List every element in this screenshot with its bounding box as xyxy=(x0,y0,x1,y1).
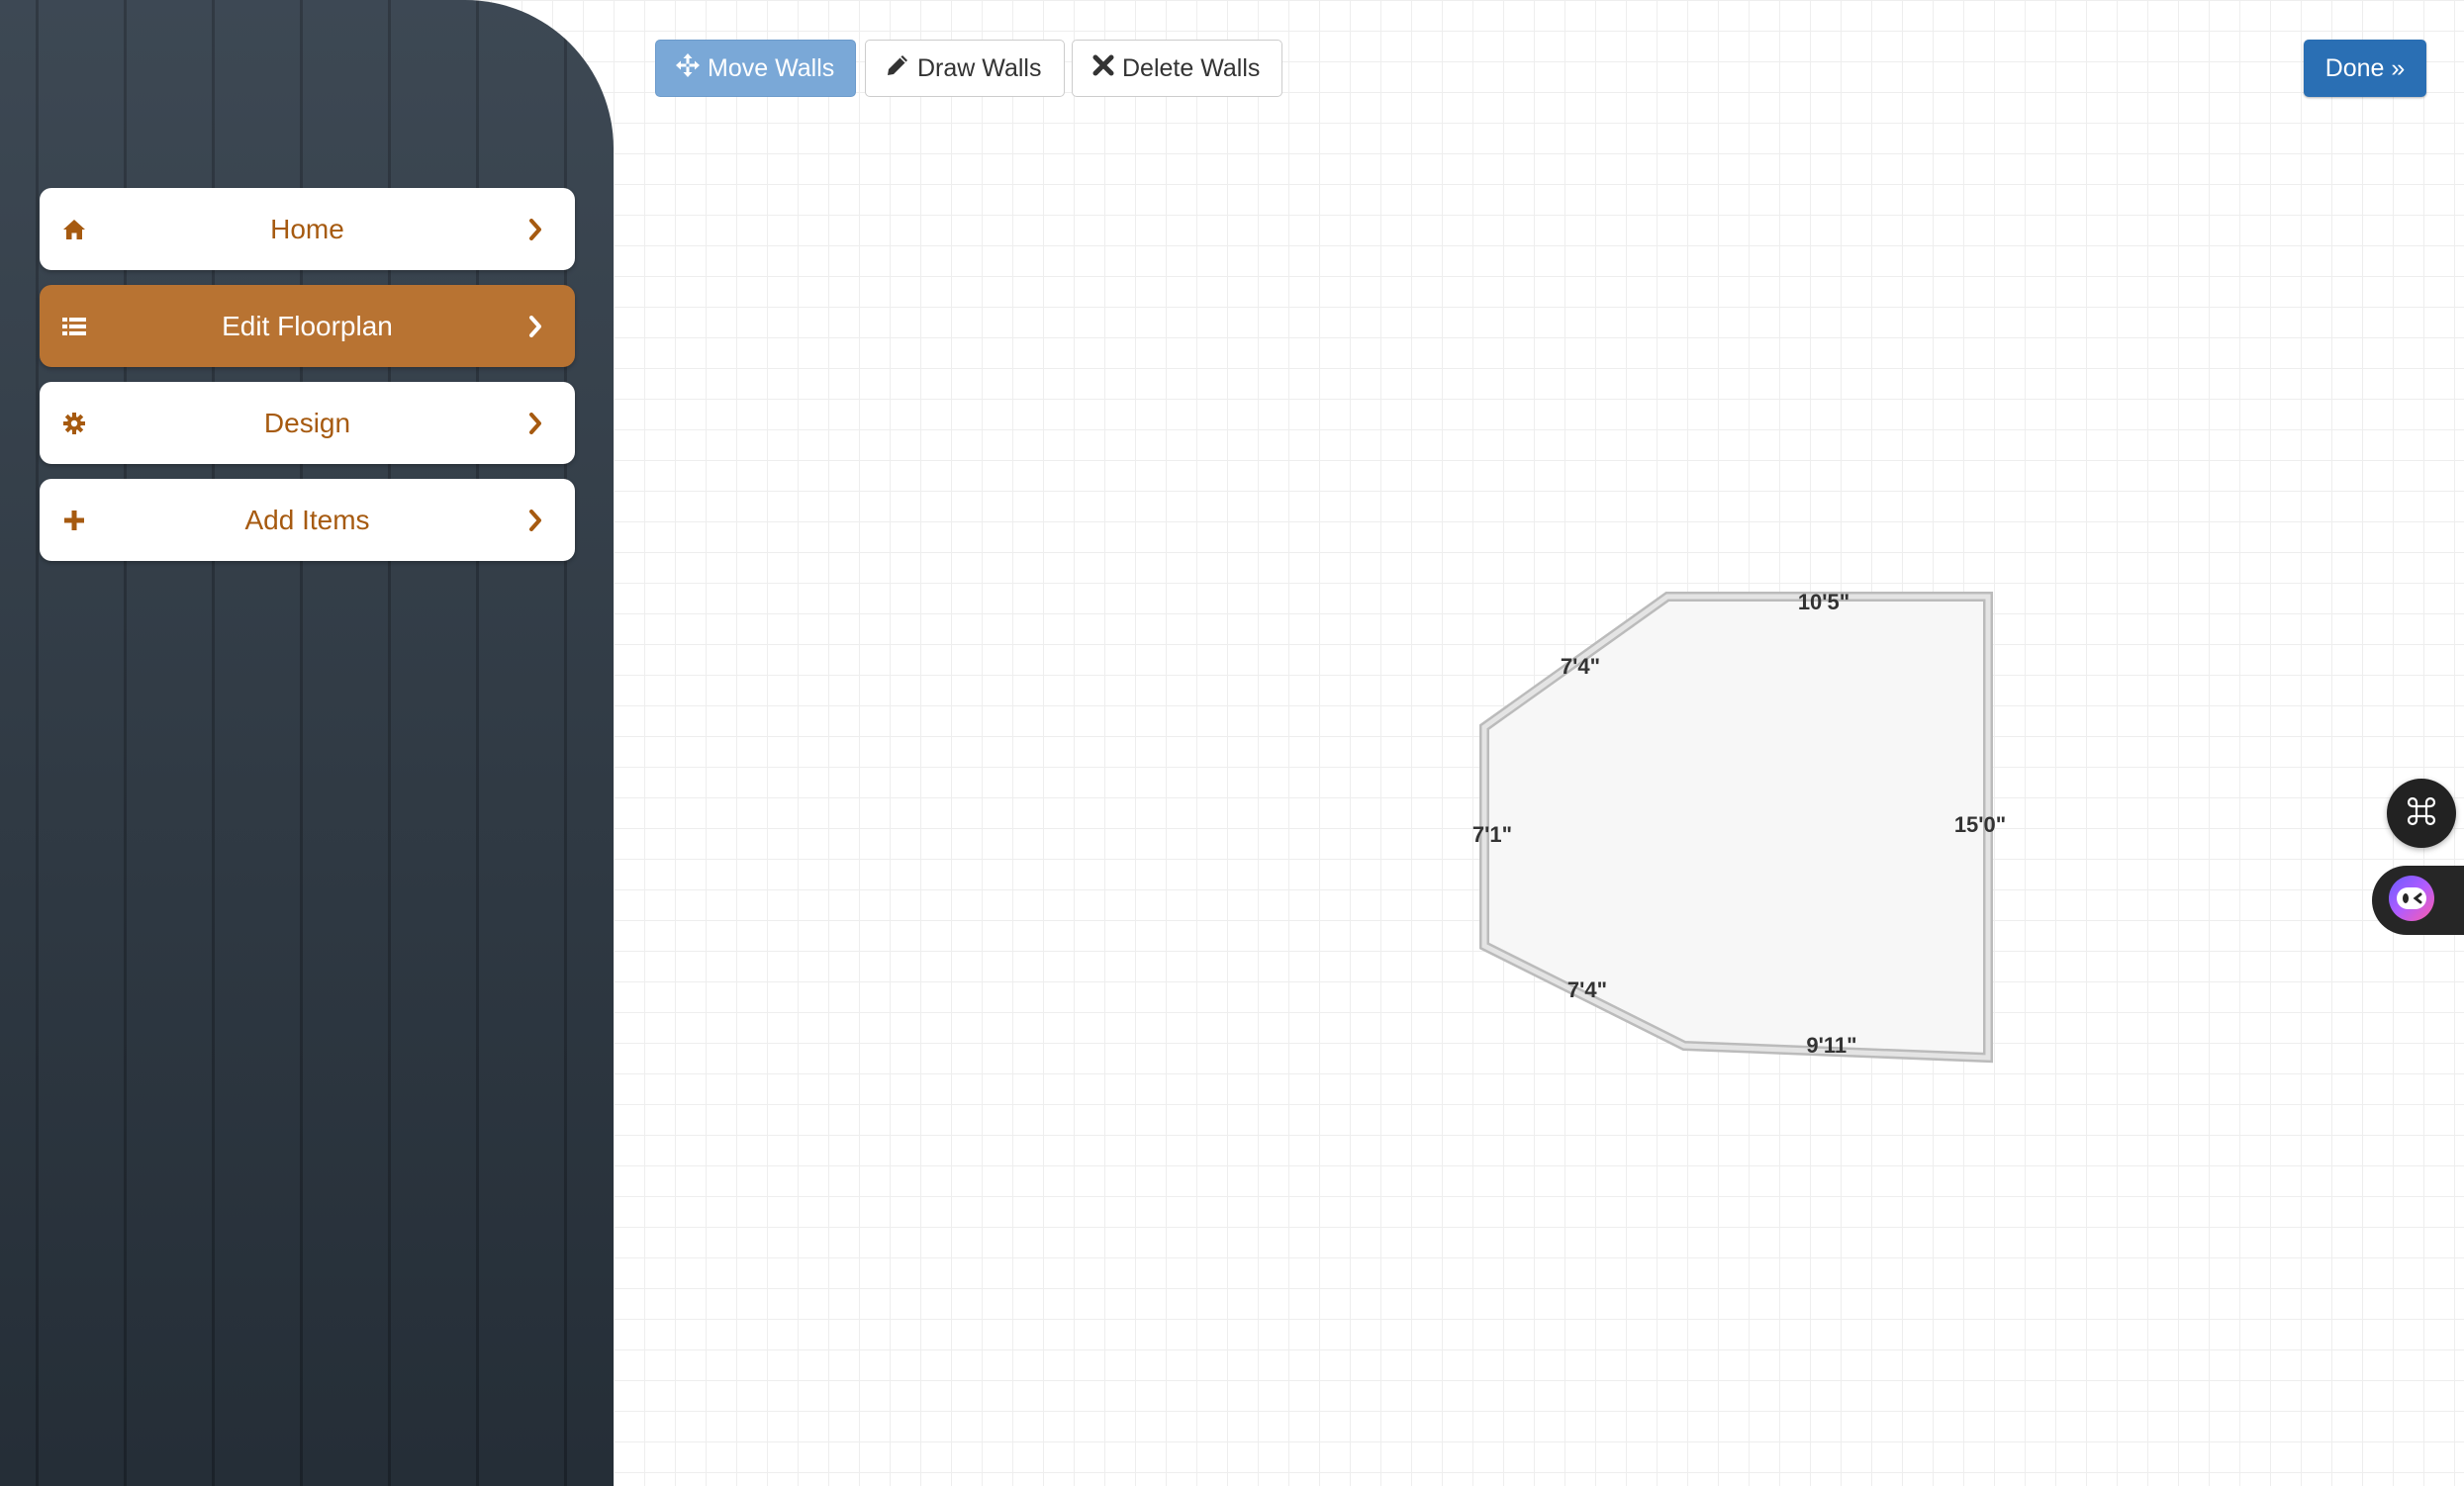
sidebar-item-label: Add Items xyxy=(244,504,370,535)
chevron-right-icon xyxy=(525,412,545,435)
gear-icon xyxy=(61,411,87,436)
list-icon xyxy=(61,314,87,339)
command-icon xyxy=(2405,794,2438,833)
sidebar-item-add-items[interactable]: Add Items xyxy=(40,479,575,561)
sidebar-item-label: Edit Floorplan xyxy=(222,310,393,341)
wall-label-left: 7'1" xyxy=(1472,822,1512,847)
sidebar-item-home[interactable]: Home xyxy=(40,188,575,270)
sidebar-item-label: Home xyxy=(270,213,344,244)
home-icon xyxy=(61,217,87,242)
wall-label-right: 15'0" xyxy=(1954,812,2006,837)
wall-label-bottom: 9'11" xyxy=(1806,1033,1856,1058)
wall-label-bottom-left: 7'4" xyxy=(1567,977,1607,1002)
assistant-widget-button[interactable] xyxy=(2372,866,2464,935)
chevron-right-icon xyxy=(525,218,545,241)
chevron-right-icon xyxy=(525,509,545,532)
sidebar-item-label: Design xyxy=(263,407,351,438)
chevron-right-icon xyxy=(525,315,545,338)
command-shortcut-button[interactable] xyxy=(2387,779,2456,848)
sidebar-item-edit-floorplan[interactable]: Edit Floorplan xyxy=(40,285,575,367)
wall-label-top-left: 7'4" xyxy=(1561,654,1600,679)
robot-avatar-icon xyxy=(2387,874,2436,928)
plus-icon xyxy=(61,508,87,533)
sidebar-item-design[interactable]: Design xyxy=(40,382,575,464)
wall-label-top: 10'5" xyxy=(1798,590,1849,614)
sidebar-nav: Home Edit Floorplan Design Add Items xyxy=(40,188,575,576)
